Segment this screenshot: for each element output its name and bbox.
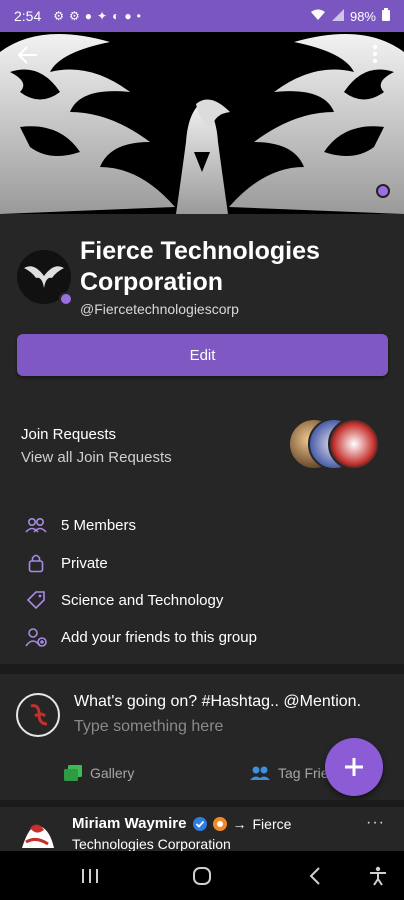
signal-icon	[331, 8, 344, 24]
composer-avatar	[16, 693, 60, 737]
post-author-name[interactable]: Miriam Waymire	[72, 815, 187, 832]
post-target-group[interactable]: Fierce	[253, 816, 292, 832]
composer-prompt[interactable]: What's going on? #Hashtag.. @Mention.	[74, 693, 361, 711]
badge-icon	[212, 816, 227, 831]
tag-friends-button[interactable]: Tag Frie	[250, 764, 329, 782]
edit-button[interactable]: Edit	[17, 334, 388, 376]
cover-edit-badge[interactable]	[376, 184, 390, 198]
system-nav-bar	[0, 851, 404, 900]
create-post-button[interactable]	[325, 738, 383, 796]
section-divider	[0, 664, 404, 674]
lock-icon	[24, 551, 48, 575]
user-avatar-icon	[30, 704, 48, 726]
verified-badge	[59, 292, 73, 306]
gallery-button[interactable]: Gallery	[64, 764, 134, 782]
gear-icon: ⚙	[53, 9, 65, 23]
add-friends-row[interactable]: Add your friends to this group	[24, 625, 257, 649]
twitter-icon: ✦	[97, 9, 108, 23]
arrow-left-icon	[18, 46, 37, 64]
home-icon	[193, 867, 211, 885]
battery-level: 98%	[349, 8, 376, 24]
back-button[interactable]	[18, 46, 44, 72]
section-divider	[0, 800, 404, 807]
group-name: Fierce Technologies Corporation	[80, 237, 320, 296]
add-user-icon	[24, 625, 48, 649]
gallery-label: Gallery	[90, 765, 135, 781]
add-friends-label: Add your friends to this group	[61, 628, 257, 646]
wifi-icon	[310, 9, 326, 24]
plus-icon	[345, 758, 363, 776]
group-avatar[interactable]	[17, 250, 73, 306]
status-bar: 2:54 ⚙ ⚙ ● ✦ ◐ ● • 98%	[0, 0, 404, 32]
join-request-avatars[interactable]	[288, 418, 380, 472]
post-target-group-continued[interactable]: Technologies Corporation	[72, 836, 231, 852]
requester-avatar	[328, 418, 380, 470]
chevron-left-icon	[309, 867, 320, 885]
verified-icon	[192, 816, 207, 831]
accessibility-button[interactable]	[365, 863, 391, 889]
post-author-avatar[interactable]	[16, 818, 58, 854]
more-options-button[interactable]	[372, 44, 392, 72]
recent-apps-icon	[82, 869, 98, 883]
home-button[interactable]	[189, 863, 215, 889]
members-count: 5 Members	[61, 516, 137, 534]
game-icon: ◐	[112, 9, 120, 23]
facebook-icon: ●	[124, 9, 132, 23]
tag-friends-icon	[250, 766, 270, 780]
gallery-icon	[64, 765, 82, 781]
members-row[interactable]: 5 Members	[24, 513, 136, 537]
post-arrow: →	[232, 815, 247, 832]
view-all-join-requests-link[interactable]: View all Join Requests	[21, 449, 172, 466]
tag-friends-label: Tag Frie	[278, 765, 329, 781]
notification-icons: ⚙ ⚙ ● ✦ ◐ ● •	[53, 9, 141, 23]
more-vertical-icon	[372, 44, 378, 64]
recent-apps-button[interactable]	[77, 863, 103, 889]
group-handle: @Fiercetechnologiescorp	[80, 301, 239, 317]
cover-image	[0, 32, 404, 214]
privacy-row: Private	[24, 551, 108, 575]
category-row: Science and Technology	[24, 588, 223, 612]
gear-icon: ⚙	[69, 9, 80, 23]
category-label: Science and Technology	[61, 591, 224, 609]
post-header: Miriam Waymire → Fierce	[72, 815, 291, 832]
composer-input[interactable]: Type something here	[74, 718, 223, 736]
dot-icon: •	[136, 9, 141, 23]
status-time: 2:54	[14, 8, 42, 24]
privacy-label: Private	[61, 554, 108, 572]
phoenix-logo-icon	[24, 266, 64, 288]
phoenix-emblem	[0, 34, 404, 214]
tag-icon	[24, 588, 48, 612]
join-requests-title: Join Requests	[21, 426, 117, 443]
back-nav-button[interactable]	[302, 863, 328, 889]
pinterest-icon: ●	[84, 9, 93, 23]
accessibility-icon	[370, 866, 386, 886]
members-icon	[24, 513, 48, 537]
post-more-button[interactable]: ···	[366, 814, 385, 832]
battery-icon	[382, 8, 390, 24]
